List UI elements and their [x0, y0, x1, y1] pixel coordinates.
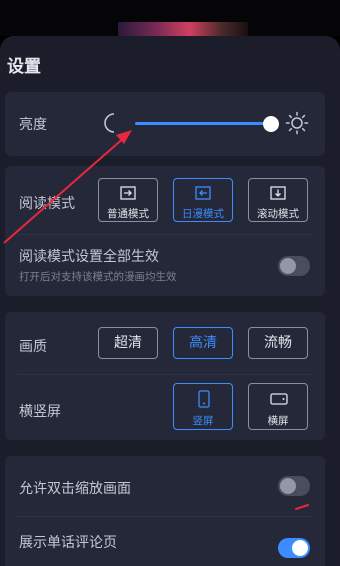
annotation-arrow-line [3, 135, 127, 244]
annotation-mark [295, 504, 309, 510]
annotation-overlay [3, 130, 309, 510]
